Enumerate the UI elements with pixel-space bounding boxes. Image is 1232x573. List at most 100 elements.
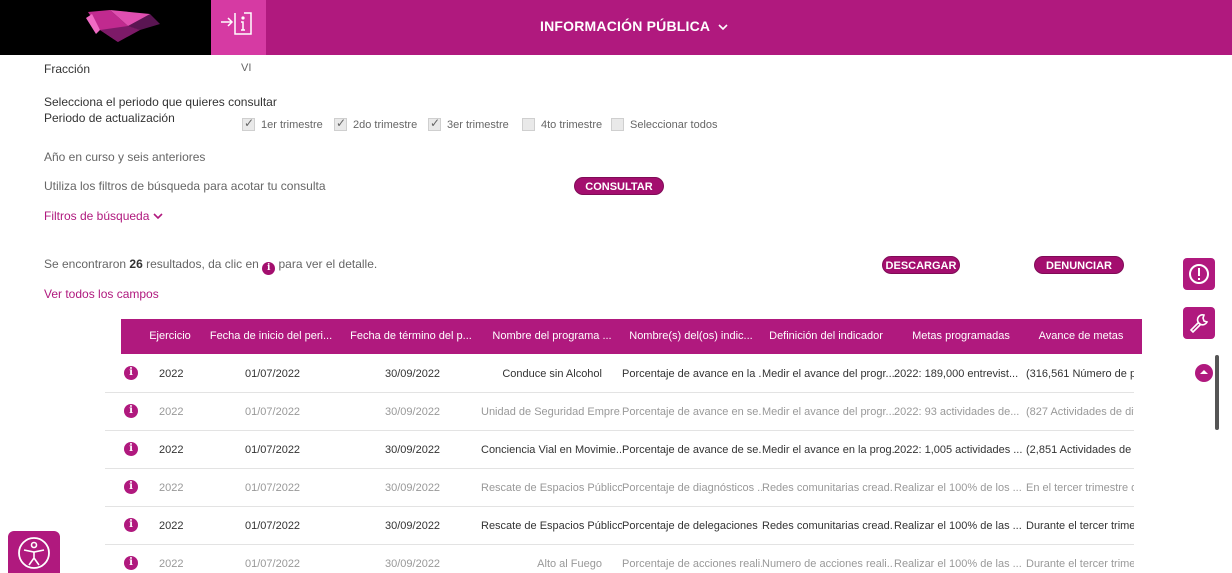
checkbox-3er-trimestre[interactable]: 3er trimestre: [428, 116, 509, 131]
cell-avance: En el tercer trimestre d...: [1026, 482, 1134, 494]
anio-text: Año en curso y seis anteriores: [44, 150, 206, 164]
cell-metas: Realizar el 100% de las ...: [894, 558, 1022, 570]
page-title: INFORMACIÓN PÚBLICA: [540, 18, 710, 34]
exit-info-button[interactable]: [211, 0, 266, 55]
fraccion-label: Fracción: [44, 62, 91, 76]
cell-fecha-inicio: 01/07/2022: [245, 558, 301, 570]
checkbox-label: 1er trimestre: [261, 118, 323, 131]
results-count: 26: [129, 257, 143, 271]
alert-button[interactable]: [1183, 258, 1215, 290]
table-row: i 2022 01/07/2022 30/09/2022 Alto al Fue…: [105, 545, 1134, 573]
info-icon[interactable]: i: [124, 480, 138, 494]
column-header-ejercicio[interactable]: Ejercicio: [149, 319, 191, 354]
cell-fecha-termino: 30/09/2022: [385, 368, 441, 380]
column-header-indicador[interactable]: Nombre(s) del(os) indic...: [621, 319, 761, 354]
cell-nombre-programa: Conduce sin Alcohol: [502, 368, 602, 380]
checkbox-checked-icon: [242, 116, 255, 131]
cell-definicion: Numero de acciones reali...: [762, 558, 894, 570]
cell-nombre-programa: Rescate de Espacios Públicos: [481, 520, 622, 532]
results-prefix: Se encontraron: [44, 257, 130, 271]
table-row: i 2022 01/07/2022 30/09/2022 Rescate de …: [105, 469, 1134, 507]
cell-definicion: Medir el avance del progr...: [762, 368, 894, 380]
accessibility-icon: [18, 537, 50, 569]
table-header: Ejercicio Fecha de inicio del peri... Fe…: [121, 319, 1142, 354]
periodo-instruction: Selecciona el periodo que quieres consul…: [44, 95, 277, 109]
info-icon[interactable]: i: [124, 442, 138, 456]
filtros-toggle[interactable]: Filtros de búsqueda: [44, 209, 163, 223]
cell-indicador: Porcentaje de acciones reali...: [622, 558, 762, 570]
info-icon: i: [262, 262, 276, 275]
fraccion-value: VI: [241, 62, 252, 74]
cell-metas: 2022: 1,005 actividades ...: [894, 444, 1023, 456]
cell-indicador: Porcentaje de diagnósticos ...: [622, 482, 762, 494]
cell-ejercicio: 2022: [159, 406, 184, 418]
descargar-button[interactable]: DESCARGAR: [882, 256, 960, 274]
cell-metas: Realizar el 100% de las ...: [894, 520, 1022, 532]
results-suffix: para ver el detalle.: [275, 257, 378, 271]
scrollbar[interactable]: [1215, 355, 1219, 430]
cell-avance: (2,851 Actividades de di...: [1026, 444, 1134, 456]
exit-info-icon: [221, 12, 252, 35]
cell-definicion: Redes comunitarias cread...: [762, 520, 894, 532]
checkbox-unchecked-icon: [611, 118, 624, 131]
tools-button[interactable]: [1183, 307, 1215, 339]
cell-definicion: Medir el avance del progr...: [762, 406, 894, 418]
info-icon[interactable]: i: [124, 518, 138, 532]
info-icon[interactable]: i: [124, 366, 138, 380]
column-header-fecha-termino[interactable]: Fecha de término del p...: [341, 319, 481, 354]
cell-indicador: Porcentaje de avance de se...: [622, 444, 762, 456]
checkbox-1er-trimestre[interactable]: 1er trimestre: [242, 116, 323, 131]
cell-nombre-programa: Unidad de Seguridad Empre...: [481, 406, 621, 418]
cell-fecha-termino: 30/09/2022: [385, 482, 441, 494]
cell-nombre-programa: Alto al Fuego: [537, 558, 602, 570]
cell-fecha-termino: 30/09/2022: [385, 520, 441, 532]
checkbox-label: 2do trimestre: [353, 118, 418, 131]
cell-metas: 2022: 93 actividades de...: [894, 406, 1020, 418]
cell-ejercicio: 2022: [159, 368, 184, 380]
cell-indicador: Porcentaje de delegaciones ...: [622, 520, 762, 532]
info-icon[interactable]: i: [124, 404, 138, 418]
alert-icon: [1189, 264, 1209, 284]
column-header-fecha-inicio[interactable]: Fecha de inicio del peri...: [206, 319, 336, 354]
cell-fecha-termino: 30/09/2022: [385, 406, 441, 418]
checkbox-checked-icon: [428, 116, 441, 131]
cell-ejercicio: 2022: [159, 482, 184, 494]
cell-avance: (827 Actividades de difu...: [1026, 406, 1134, 418]
info-icon[interactable]: i: [124, 556, 138, 570]
filtros-toggle-label: Filtros de búsqueda: [44, 209, 150, 223]
checkbox-label: 4to trimestre: [541, 118, 603, 131]
denunciar-button[interactable]: DENUNCIAR: [1034, 256, 1124, 274]
table-row: i 2022 01/07/2022 30/09/2022 Conduce sin…: [105, 355, 1134, 393]
column-header-avance[interactable]: Avance de metas: [1026, 319, 1136, 354]
checkbox-unchecked-icon: [522, 118, 535, 131]
accessibility-button[interactable]: [8, 531, 60, 573]
cell-definicion: Medir el avance en la prog...: [762, 444, 894, 456]
table-row: i 2022 01/07/2022 30/09/2022 Rescate de …: [105, 507, 1134, 545]
cell-nombre-programa: Conciencia Vial en Movimie...: [481, 444, 621, 456]
table-row: i 2022 01/07/2022 30/09/2022 Unidad de S…: [105, 393, 1134, 431]
site-logo[interactable]: [0, 0, 211, 55]
filtros-instruction: Utiliza los filtros de búsqueda para aco…: [44, 179, 326, 193]
cell-fecha-inicio: 01/07/2022: [245, 406, 301, 418]
cell-fecha-termino: 30/09/2022: [385, 558, 441, 570]
chevron-down-icon: [718, 18, 728, 34]
page-title-menu[interactable]: INFORMACIÓN PÚBLICA: [540, 18, 728, 34]
cell-avance: (316,561 Número de pr...: [1026, 368, 1134, 380]
consultar-button[interactable]: CONSULTAR: [574, 177, 664, 195]
column-header-nombre-programa[interactable]: Nombre del programa ...: [483, 319, 621, 354]
column-header-definicion[interactable]: Definición del indicador: [761, 319, 891, 354]
ver-todos-link[interactable]: Ver todos los campos: [44, 287, 159, 301]
cell-fecha-inicio: 01/07/2022: [245, 444, 301, 456]
results-summary: Se encontraron 26 resultados, da clic en…: [44, 257, 377, 275]
checkbox-4to-trimestre[interactable]: 4to trimestre: [522, 118, 602, 131]
checkbox-seleccionar-todos[interactable]: Seleccionar todos: [611, 118, 717, 131]
periodo-label: Periodo de actualización: [44, 111, 175, 125]
cell-indicador: Porcentaje de avance en se...: [622, 406, 762, 418]
scroll-to-top-button[interactable]: [1195, 364, 1213, 382]
cell-indicador: Porcentaje de avance en la ...: [622, 368, 762, 380]
column-header-metas[interactable]: Metas programadas: [896, 319, 1026, 354]
results-middle: resultados, da clic en: [142, 257, 263, 271]
top-bar: INFORMACIÓN PÚBLICA: [0, 0, 1232, 55]
checkbox-2do-trimestre[interactable]: 2do trimestre: [334, 116, 418, 131]
chevron-down-icon: [153, 209, 163, 223]
